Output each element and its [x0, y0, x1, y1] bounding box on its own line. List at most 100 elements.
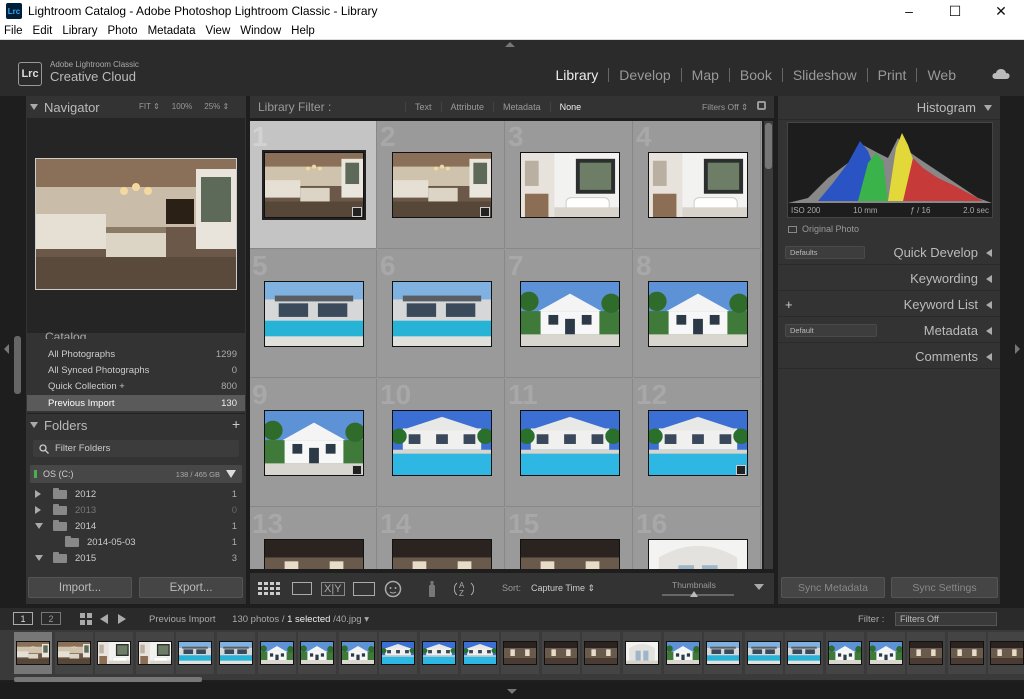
module-web[interactable]: Web: [917, 67, 966, 83]
lock-icon[interactable]: [757, 101, 766, 110]
folder-collapsed-triangle-icon[interactable]: [35, 506, 41, 514]
navigator-preview-image[interactable]: [35, 158, 237, 290]
compare-view-icon[interactable]: X|Y: [321, 581, 345, 596]
filmstrip-cell[interactable]: [704, 632, 743, 674]
module-slideshow[interactable]: Slideshow: [783, 67, 867, 83]
quick-develop-preset-select[interactable]: Defaults: [785, 246, 865, 259]
filmstrip-cell[interactable]: [866, 632, 905, 674]
close-button[interactable]: ✕: [978, 0, 1024, 22]
filmstrip-thumbnail[interactable]: [16, 641, 50, 665]
folder-row[interactable]: 2012 1: [27, 486, 245, 502]
menu-photo[interactable]: Photo: [108, 25, 138, 37]
primary-window-button[interactable]: 1: [13, 612, 33, 625]
filter-folders-input[interactable]: Filter Folders: [33, 440, 239, 457]
comments-header[interactable]: Comments: [778, 345, 1000, 369]
folder-row[interactable]: 2015 3: [27, 550, 245, 566]
filter-text[interactable]: Text: [405, 102, 441, 112]
edited-badge-icon[interactable]: [480, 207, 490, 217]
zoom-25[interactable]: 25% ⇕: [204, 102, 229, 111]
folder-expanded-triangle-icon[interactable]: [35, 523, 43, 529]
filmstrip-cell[interactable]: [663, 632, 702, 674]
filmstrip-thumbnail[interactable]: [665, 641, 700, 665]
grid-thumbnail[interactable]: [520, 281, 620, 347]
filmstrip-thumbnail[interactable]: [219, 641, 253, 665]
original-photo-toggle[interactable]: Original Photo: [788, 224, 859, 234]
volume-os-c[interactable]: OS (C:) 138 / 465 GB: [30, 465, 242, 483]
filmstrip-cell[interactable]: [135, 632, 174, 674]
edited-badge-icon[interactable]: [352, 465, 362, 475]
filmstrip-thumbnail[interactable]: [259, 641, 294, 665]
grid-thumbnail[interactable]: [262, 150, 366, 220]
filmstrip-thumbnail[interactable]: [462, 641, 497, 665]
secondary-window-button[interactable]: 2: [41, 612, 61, 625]
filmstrip-thumbnail[interactable]: [503, 641, 538, 665]
filmstrip-thumbnail[interactable]: [178, 641, 213, 665]
filmstrip-cell[interactable]: [501, 632, 540, 674]
catalog-all-photographs[interactable]: All Photographs 1299: [27, 346, 245, 362]
folder-row[interactable]: 2014 1: [27, 518, 245, 534]
grid-thumbnail[interactable]: [648, 281, 748, 347]
export-button[interactable]: Export...: [139, 577, 243, 598]
minimize-button[interactable]: –: [886, 0, 932, 22]
filmstrip-cell[interactable]: [785, 632, 824, 674]
grid-thumbnail[interactable]: [520, 152, 620, 218]
sync-settings-button[interactable]: Sync Settings: [891, 577, 998, 598]
filmstrip-cell[interactable]: [95, 632, 134, 674]
grid-thumbnail[interactable]: [392, 539, 492, 569]
filmstrip-thumbnail[interactable]: [300, 641, 335, 665]
filter-attribute[interactable]: Attribute: [440, 102, 494, 112]
grid-thumbnail[interactable]: [520, 410, 620, 476]
menu-window[interactable]: Window: [240, 25, 281, 37]
filmstrip-filter-select[interactable]: Filters Off: [895, 612, 997, 626]
filmstrip-thumbnail[interactable]: [543, 641, 578, 665]
grid-cell[interactable]: 10: [378, 379, 505, 507]
histogram-graph[interactable]: [787, 122, 993, 218]
filmstrip-cell[interactable]: [176, 632, 215, 674]
filmstrip-thumbnail[interactable]: [56, 641, 91, 665]
painter-spray-icon[interactable]: [426, 580, 438, 598]
grid-thumbnail[interactable]: [264, 410, 364, 476]
zoom-100[interactable]: 100%: [172, 102, 192, 111]
filmstrip-cell[interactable]: [338, 632, 377, 674]
filmstrip-cell[interactable]: [744, 632, 783, 674]
module-map[interactable]: Map: [682, 67, 729, 83]
menu-file[interactable]: File: [4, 25, 23, 37]
thumbnail-size-slider-knob[interactable]: [690, 591, 699, 597]
folder-row[interactable]: 2014-05-03 1: [27, 534, 245, 550]
grid-cell[interactable]: 8: [634, 250, 761, 378]
grid-cell[interactable]: 1: [250, 121, 377, 249]
grid-thumbnail[interactable]: [648, 152, 748, 218]
filmstrip-thumbnail[interactable]: [381, 641, 416, 665]
filmstrip-scrollbar[interactable]: [14, 677, 202, 682]
folder-collapsed-triangle-icon[interactable]: [35, 490, 41, 498]
filmstrip-thumbnail[interactable]: [746, 641, 781, 665]
filmstrip-cell[interactable]: [298, 632, 337, 674]
sync-metadata-button[interactable]: Sync Metadata: [781, 577, 885, 598]
filmstrip-thumbnail[interactable]: [97, 641, 132, 665]
module-library[interactable]: Library: [546, 67, 609, 83]
filmstrip-cell[interactable]: [217, 632, 255, 674]
grid-cell[interactable]: 11: [506, 379, 633, 507]
grid-cell[interactable]: 3: [506, 121, 633, 249]
metadata-preset-select[interactable]: Default: [785, 324, 877, 337]
filmstrip-cell[interactable]: [826, 632, 864, 674]
grid-cell[interactable]: 15: [506, 508, 633, 569]
right-panel-toggle-arrow-icon[interactable]: [1015, 344, 1020, 354]
grid-scrollbar[interactable]: [764, 121, 773, 569]
grid-view-icon[interactable]: [80, 613, 92, 625]
menu-edit[interactable]: Edit: [33, 25, 53, 37]
grid-cell[interactable]: 9: [250, 379, 377, 507]
sort-select[interactable]: Capture Time ⇕: [531, 583, 595, 594]
filmstrip-thumbnail[interactable]: [868, 641, 903, 665]
filmstrip-source-info[interactable]: Previous Import 130 photos / 1 selected …: [149, 614, 369, 625]
folders-header[interactable]: Folders: [30, 417, 244, 433]
keywording-header[interactable]: Keywording: [778, 267, 1000, 291]
top-panel-toggle-arrow-icon[interactable]: [505, 42, 515, 47]
zoom-fit[interactable]: FIT ⇕: [139, 102, 160, 111]
filmstrip-thumbnail[interactable]: [584, 641, 619, 665]
edited-badge-icon[interactable]: [736, 465, 746, 475]
filmstrip-cell[interactable]: [541, 632, 580, 674]
filmstrip-cell[interactable]: [14, 632, 52, 674]
grid-thumbnail[interactable]: [648, 410, 748, 476]
filmstrip-cell[interactable]: [623, 632, 661, 674]
